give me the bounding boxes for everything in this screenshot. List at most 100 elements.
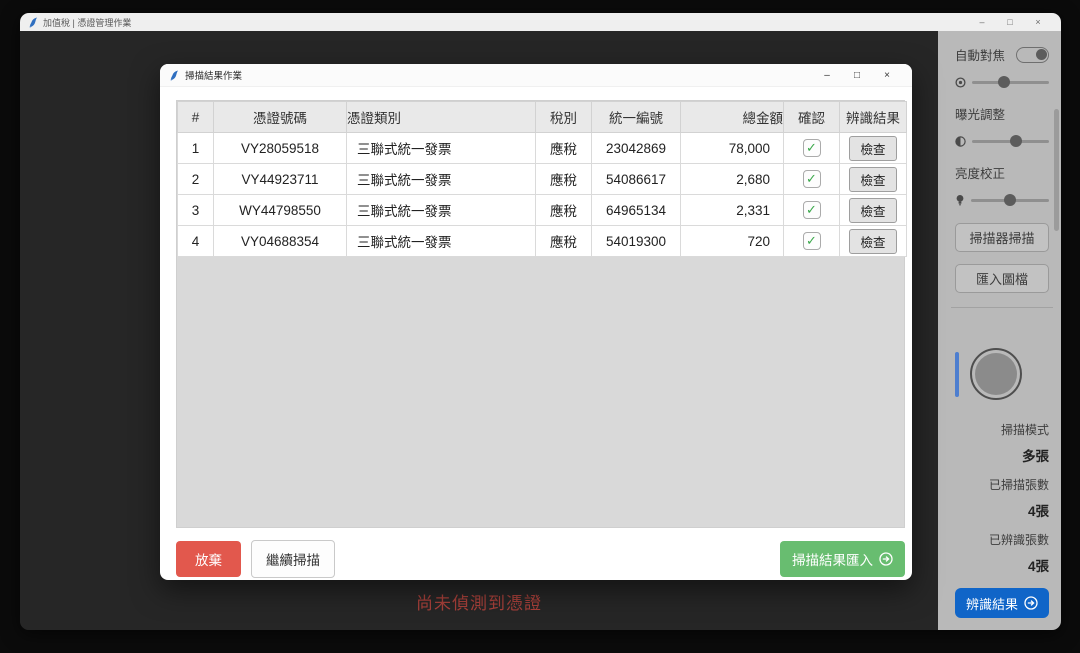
focus-slider[interactable] <box>972 81 1049 84</box>
toggle-knob-icon <box>1036 49 1047 60</box>
results-table-viewport: # 憑證號碼 憑證類別 稅別 統一編號 總金額 確認 辨識結果 1 VY2805… <box>176 100 905 528</box>
autofocus-toggle[interactable] <box>1016 47 1049 63</box>
detection-status-text: 尚未偵測到憑證 <box>20 589 938 614</box>
arrow-circle-icon <box>1024 596 1038 610</box>
scanner-sidebar: 自動對焦 曝光調整 <box>938 31 1061 630</box>
autofocus-label: 自動對焦 <box>955 45 1005 64</box>
row-tax-type: 應稅 <box>536 133 592 164</box>
app-titlebar: 加值稅 | 憑證管理作業 – □ × <box>20 13 1061 31</box>
confirm-checkbox[interactable]: ✓ <box>803 201 821 219</box>
table-row: 3 WY44798550 三聯式統一發票 應稅 64965134 2,331 ✓… <box>178 195 907 226</box>
exposure-slider-knob[interactable] <box>1010 135 1022 147</box>
row-voucher-type: 三聯式統一發票 <box>347 195 536 226</box>
app-logo-icon <box>29 17 38 28</box>
recognition-result-button[interactable]: 辨識結果 <box>955 588 1049 618</box>
row-uniform-no: 23042869 <box>592 133 681 164</box>
row-uniform-no: 54019300 <box>592 226 681 257</box>
app-minimize-button[interactable]: – <box>968 13 996 31</box>
row-index: 1 <box>178 133 214 164</box>
inspect-button[interactable]: 檢查 <box>849 229 896 254</box>
scan-results-dialog: 掃描結果作業 – □ × # 憑證號碼 憑證類別 稅別 統一編號 總金額 確認 … <box>160 64 912 580</box>
row-action-cell: 檢查 <box>840 195 907 226</box>
row-index: 2 <box>178 164 214 195</box>
app-close-button[interactable]: × <box>1024 13 1052 31</box>
col-header-voucher-no: 憑證號碼 <box>214 102 347 133</box>
import-scan-results-label: 掃描結果匯入 <box>792 549 873 569</box>
scan-results-table: # 憑證號碼 憑證類別 稅別 統一編號 總金額 確認 辨識結果 1 VY2805… <box>177 101 907 257</box>
focus-slider-row <box>955 75 1049 89</box>
dialog-body: # 憑證號碼 憑證類別 稅別 統一編號 總金額 確認 辨識結果 1 VY2805… <box>160 87 912 578</box>
recognized-count-value: 4張 <box>955 555 1049 575</box>
contrast-icon <box>955 136 966 147</box>
row-amount: 2,680 <box>681 164 784 195</box>
scanned-count-value: 4張 <box>955 500 1049 520</box>
capture-indicator-bar <box>955 352 959 397</box>
dialog-title: 掃描結果作業 <box>185 68 242 82</box>
row-action-cell: 檢查 <box>840 226 907 257</box>
col-header-result: 辨識結果 <box>840 102 907 133</box>
row-amount: 720 <box>681 226 784 257</box>
arrow-circle-icon <box>879 552 893 566</box>
row-action-cell: 檢查 <box>840 133 907 164</box>
confirm-checkbox[interactable]: ✓ <box>803 170 821 188</box>
confirm-checkbox[interactable]: ✓ <box>803 139 821 157</box>
sidebar-scrollbar[interactable] <box>1054 109 1059 231</box>
col-header-confirm: 確認 <box>784 102 840 133</box>
dialog-minimize-button[interactable]: – <box>812 64 842 87</box>
row-uniform-no: 54086617 <box>592 164 681 195</box>
row-tax-type: 應稅 <box>536 226 592 257</box>
continue-scan-button[interactable]: 繼續掃描 <box>251 540 335 578</box>
row-amount: 78,000 <box>681 133 784 164</box>
lightbulb-icon <box>955 194 965 206</box>
dialog-titlebar: 掃描結果作業 – □ × <box>160 64 912 87</box>
dialog-maximize-button[interactable]: □ <box>842 64 872 87</box>
discard-button[interactable]: 放棄 <box>176 541 241 577</box>
import-image-button[interactable]: 匯入圖檔 <box>955 264 1049 293</box>
row-amount: 2,331 <box>681 195 784 226</box>
brightness-slider-row <box>955 193 1049 207</box>
row-confirm-cell: ✓ <box>784 133 840 164</box>
row-confirm-cell: ✓ <box>784 195 840 226</box>
col-header-amount: 總金額 <box>681 102 784 133</box>
col-header-voucher-type: 憑證類別 <box>347 102 536 133</box>
col-header-uniform-no: 統一編號 <box>592 102 681 133</box>
row-action-cell: 檢查 <box>840 164 907 195</box>
recognition-result-label: 辨識結果 <box>966 594 1018 613</box>
exposure-slider-row <box>955 134 1049 148</box>
table-row: 1 VY28059518 三聯式統一發票 應稅 23042869 78,000 … <box>178 133 907 164</box>
scan-stats: 掃描模式 多張 已掃描張數 4張 已辨識張數 4張 <box>955 421 1049 575</box>
capture-zone <box>955 348 1049 400</box>
row-voucher-no: VY44923711 <box>214 164 347 195</box>
capture-shutter-button[interactable] <box>970 348 1022 400</box>
import-scan-results-button[interactable]: 掃描結果匯入 <box>780 541 905 577</box>
exposure-slider[interactable] <box>972 140 1049 143</box>
table-row: 4 VY04688354 三聯式統一發票 應稅 54019300 720 ✓ 檢… <box>178 226 907 257</box>
row-index: 4 <box>178 226 214 257</box>
row-voucher-no: VY04688354 <box>214 226 347 257</box>
confirm-checkbox[interactable]: ✓ <box>803 232 821 250</box>
inspect-button[interactable]: 檢查 <box>849 136 896 161</box>
row-voucher-no: WY44798550 <box>214 195 347 226</box>
row-tax-type: 應稅 <box>536 164 592 195</box>
inspect-button[interactable]: 檢查 <box>849 167 896 192</box>
app-title: 加值稅 | 憑證管理作業 <box>43 16 131 29</box>
row-voucher-no: VY28059518 <box>214 133 347 164</box>
shutter-inner-circle-icon <box>975 353 1017 395</box>
brightness-slider-knob[interactable] <box>1004 194 1016 206</box>
autofocus-row: 自動對焦 <box>955 45 1049 64</box>
focus-slider-knob[interactable] <box>998 76 1010 88</box>
scanner-scan-button[interactable]: 掃描器掃描 <box>955 223 1049 252</box>
brightness-slider[interactable] <box>971 199 1049 202</box>
app-maximize-button[interactable]: □ <box>996 13 1024 31</box>
row-voucher-type: 三聯式統一發票 <box>347 226 536 257</box>
inspect-button[interactable]: 檢查 <box>849 198 896 223</box>
row-voucher-type: 三聯式統一發票 <box>347 133 536 164</box>
exposure-label: 曝光調整 <box>955 104 1049 123</box>
dialog-close-button[interactable]: × <box>872 64 902 87</box>
row-index: 3 <box>178 195 214 226</box>
row-confirm-cell: ✓ <box>784 164 840 195</box>
table-row: 2 VY44923711 三聯式統一發票 應稅 54086617 2,680 ✓… <box>178 164 907 195</box>
col-header-index: # <box>178 102 214 133</box>
row-tax-type: 應稅 <box>536 195 592 226</box>
row-confirm-cell: ✓ <box>784 226 840 257</box>
